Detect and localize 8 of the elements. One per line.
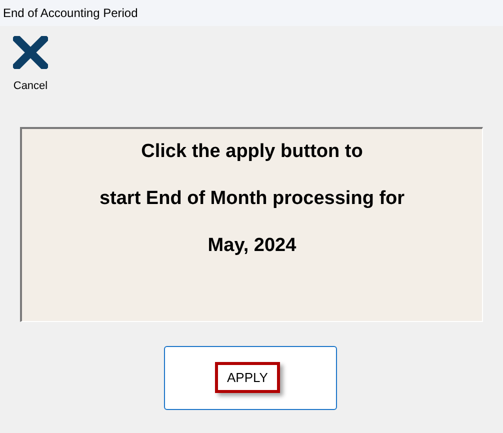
message-line: May, 2024 bbox=[208, 234, 296, 256]
window-title: End of Accounting Period bbox=[3, 5, 138, 22]
message-line: start End of Month processing for bbox=[99, 188, 405, 210]
cancel-button[interactable]: Cancel bbox=[10, 36, 51, 94]
apply-button[interactable]: APPLY bbox=[164, 346, 337, 410]
focus-rectangle: APPLY bbox=[215, 362, 280, 394]
close-icon bbox=[13, 36, 48, 69]
message-line: Click the apply button to bbox=[141, 140, 363, 162]
